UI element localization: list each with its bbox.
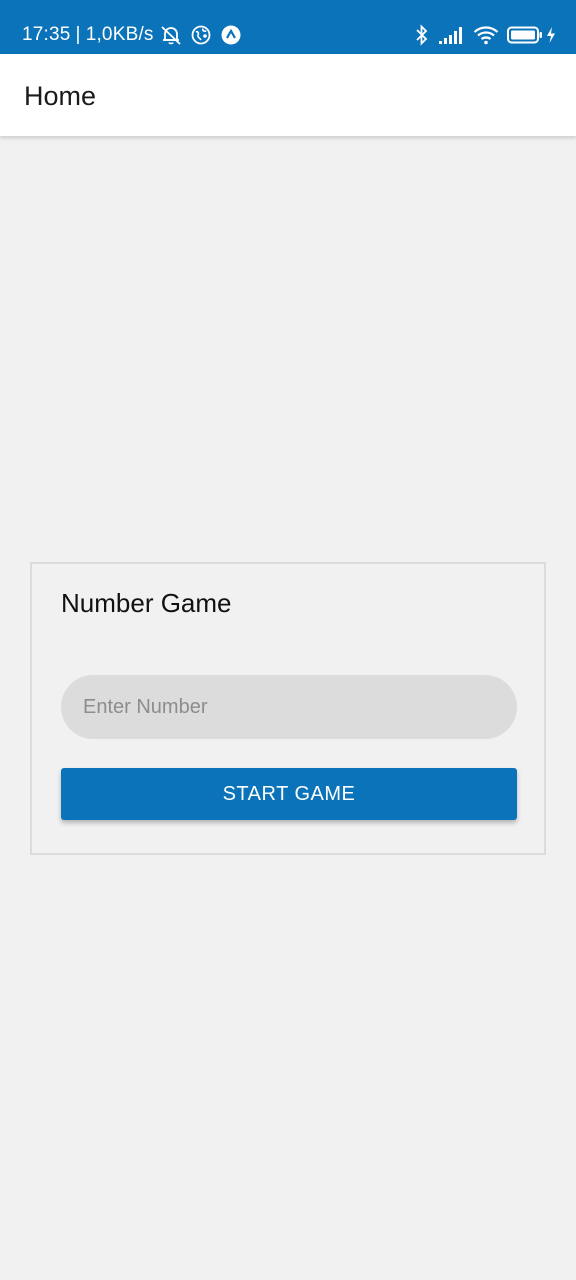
signal-icon [439,25,465,45]
arrow-up-circle-icon [220,24,242,46]
app-bar: Home [0,54,576,136]
status-separator: | [75,24,81,45]
alarm-off-icon [160,24,182,46]
status-left: 17:35 | 1,0KB/s [22,20,242,50]
status-network-speed: 1,0KB/s [85,24,154,45]
status-right [407,20,556,50]
charging-icon [546,26,556,44]
status-time: 17:35 [22,24,71,45]
card-title: Number Game [61,588,232,618]
wifi-icon [473,25,499,45]
number-game-card: Number Game START GAME [30,562,546,855]
number-input[interactable] [61,675,517,739]
page-title: Home [24,81,97,111]
battery-icon [507,26,543,44]
vpn-globe-icon [190,24,212,46]
bluetooth-icon [415,24,429,46]
status-bar: 17:35 | 1,0KB/s [0,0,576,54]
start-game-button[interactable]: START GAME [61,768,517,820]
